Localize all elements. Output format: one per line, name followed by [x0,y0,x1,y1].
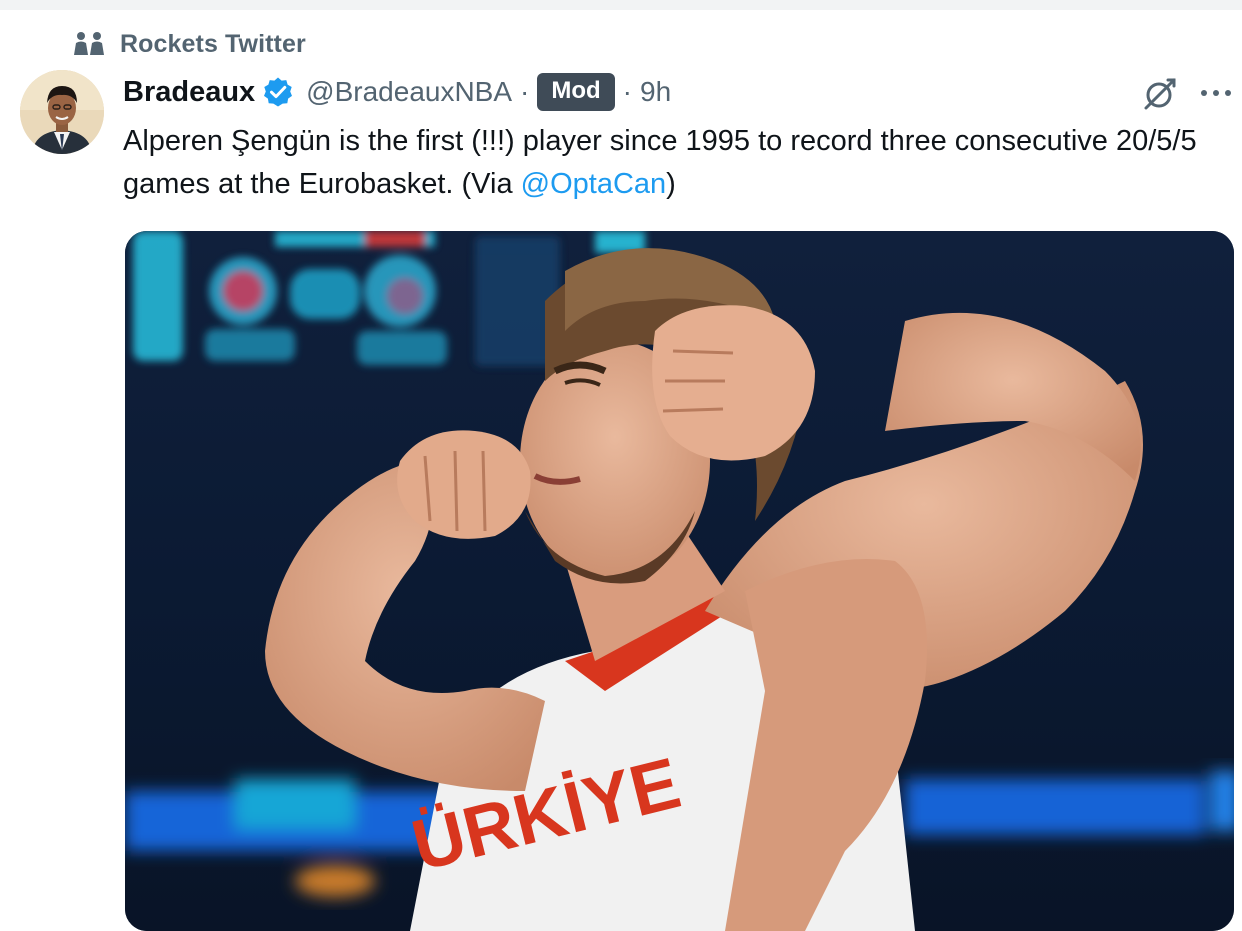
post-text: Alperen Şengün is the first (!!!) player… [123,120,1203,206]
community-name[interactable]: Rockets Twitter [120,30,306,59]
separator-dot: · [622,76,632,107]
verified-badge-icon [264,77,293,107]
grok-button[interactable] [1140,74,1180,114]
community-header[interactable]: Rockets Twitter [72,28,306,60]
post-text-end: ) [666,168,676,200]
player-photo: ÜRKİYE [125,231,1234,931]
more-options-button[interactable] [1196,78,1236,108]
author-handle[interactable]: @BradeauxNBA [306,76,512,108]
author-name[interactable]: Bradeaux [123,76,255,109]
mention-link[interactable]: @OptaCan [521,168,667,200]
community-icon [74,32,104,55]
top-divider [0,0,1242,10]
grok-icon [1144,78,1176,110]
separator-dot: · [520,76,530,107]
author-avatar[interactable] [20,70,104,154]
post-header: Bradeaux @BradeauxNBA · Mod · 9h [123,70,671,114]
post-timestamp[interactable]: 9h [640,76,671,108]
post-media-image[interactable]: ÜRKİYE [125,231,1234,931]
mod-badge: Mod [537,73,615,111]
more-icon [1201,90,1231,96]
